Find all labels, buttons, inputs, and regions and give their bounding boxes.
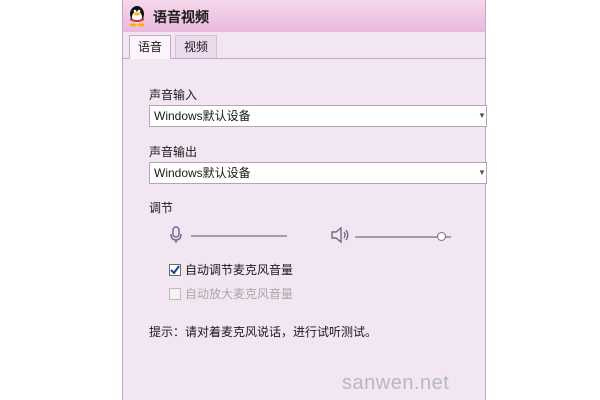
auto-amplify-mic-label: 自动放大麦克风音量 [185,287,294,301]
microphone-icon [170,226,182,243]
auto-adjust-mic-label: 自动调节麦克风音量 [185,263,294,277]
watermark: sanwen.net [342,372,450,394]
title-bar[interactable]: 语音视频 [123,0,485,33]
tab-video[interactable]: 视频 [175,35,218,58]
auto-amplify-mic-option: 自动放大麦克风音量 [169,285,293,302]
auto-adjust-mic-option[interactable]: 自动调节麦克风音量 [169,261,293,278]
hint-text: 提示：请对着麦克风说话，进行试听测试。 [149,325,378,339]
tab-voice[interactable]: 语音 [129,35,172,59]
adjust-label: 调节 [149,201,174,215]
speaker-icon [331,226,349,244]
output-label: 声音输出 [149,145,198,159]
mic-volume-slider[interactable] [191,235,287,237]
auto-amplify-mic-checkbox [169,288,181,300]
input-device-select[interactable]: Windows默认设备 ▼ [149,105,487,127]
qq-penguin-icon [129,6,145,27]
voice-video-window: 语音视频 语音 视频 声音输入 Windows默认设备 ▼ 声音输出 Windo… [122,0,487,400]
speaker-volume-thumb[interactable] [437,232,447,241]
input-label: 声音输入 [149,88,198,102]
tab-strip: 语音 视频 [123,32,485,59]
chevron-down-icon: ▼ [478,168,486,177]
checkmark-icon [170,265,180,275]
window-title: 语音视频 [153,10,209,26]
chevron-down-icon: ▼ [478,111,486,120]
auto-adjust-mic-checkbox[interactable] [169,264,181,276]
output-device-select[interactable]: Windows默认设备 ▼ [149,162,487,184]
output-device-value: Windows默认设备 [154,166,251,180]
input-device-value: Windows默认设备 [154,109,251,123]
